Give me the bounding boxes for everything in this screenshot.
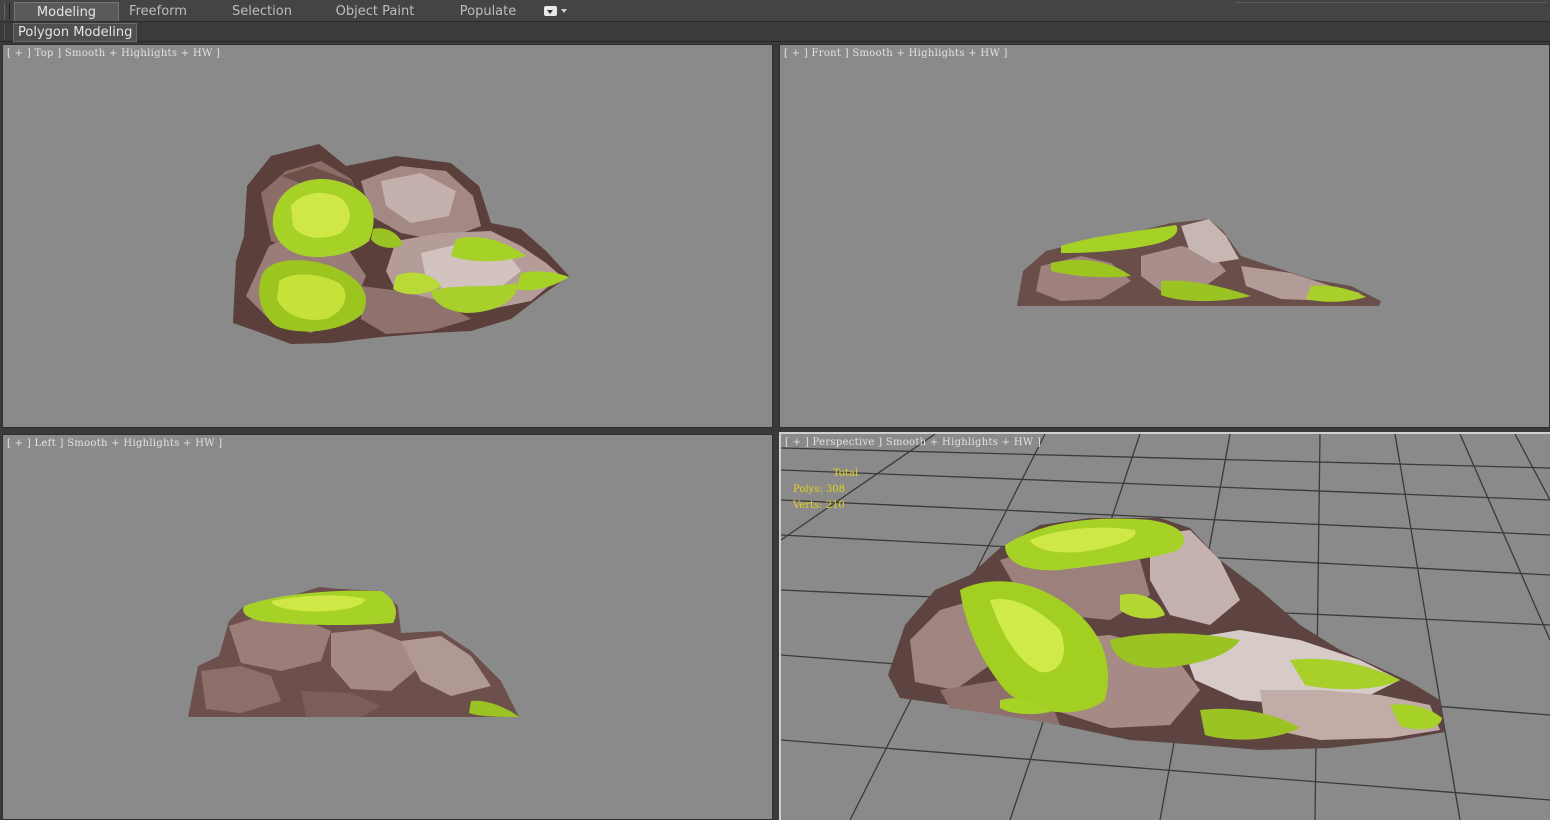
tab-object-paint[interactable]: Object Paint (330, 2, 420, 21)
ribbon-grip-handle[interactable] (4, 3, 10, 19)
chevron-down-icon (561, 9, 567, 13)
ribbon-tab-strip-edge (1235, 2, 1547, 21)
rock-model-left-view[interactable] (3, 435, 773, 820)
viewport-front-label[interactable]: [ + ] Front ] Smooth + Highlights + HW ] (784, 47, 1008, 60)
dropdown-toggle-icon (544, 6, 557, 16)
viewport-top[interactable]: [ + ] Top ] Smooth + Highlights + HW ] (2, 44, 773, 428)
rock-model-perspective (888, 518, 1445, 750)
tab-selection[interactable]: Selection (217, 2, 307, 21)
viewport-perspective[interactable]: [ + ] Perspective ] Smooth + Highlights … (779, 432, 1550, 820)
rock-model-top-view[interactable] (3, 45, 773, 428)
tab-populate[interactable]: Populate (443, 2, 533, 21)
viewport-perspective-label[interactable]: [ + ] Perspective ] Smooth + Highlights … (785, 436, 1041, 449)
panel-polygon-modeling[interactable]: Polygon Modeling (13, 23, 138, 42)
rock-model-front-view[interactable] (780, 45, 1550, 428)
viewport-top-label[interactable]: [ + ] Top ] Smooth + Highlights + HW ] (7, 47, 220, 60)
viewport-left[interactable]: [ + ] Left ] Smooth + Highlights + HW ] (2, 434, 773, 820)
stats-verts: Verts: 210 (793, 500, 845, 511)
viewport-left-label[interactable]: [ + ] Left ] Smooth + Highlights + HW ] (7, 437, 223, 450)
viewport-front[interactable]: [ + ] Front ] Smooth + Highlights + HW ] (779, 44, 1550, 428)
panel-grip-handle[interactable] (4, 24, 8, 40)
tab-modeling[interactable]: Modeling (14, 2, 119, 21)
stats-title: Total (833, 468, 859, 479)
stats-polys: Polys: 308 (793, 484, 845, 495)
ribbon-tab-bar: Modeling Freeform Selection Object Paint… (0, 0, 1550, 22)
tab-freeform[interactable]: Freeform (113, 2, 203, 21)
ribbon-panel-bar: Polygon Modeling (0, 22, 1550, 42)
ribbon-options-dropdown[interactable] (544, 6, 570, 18)
perspective-grid-and-rock[interactable] (781, 434, 1550, 820)
